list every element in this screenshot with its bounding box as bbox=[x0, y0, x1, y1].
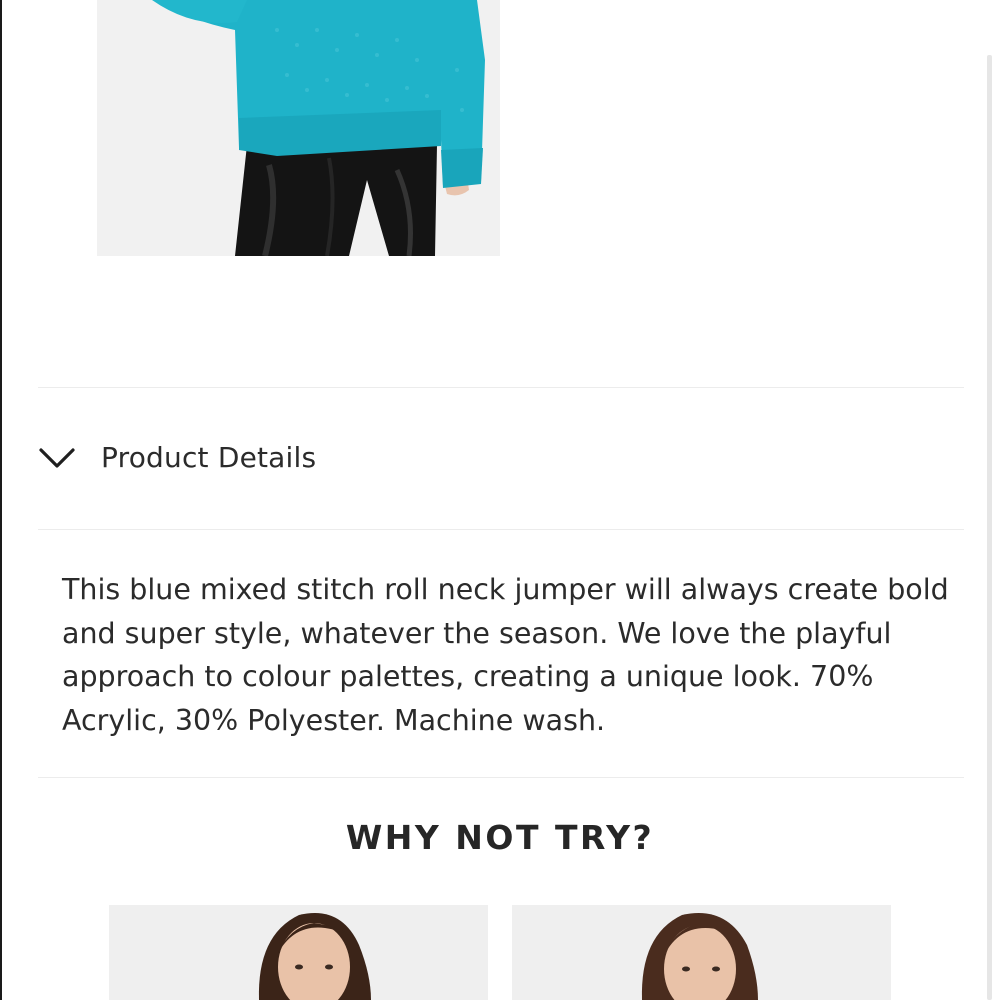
recommendation-card-2[interactable] bbox=[512, 905, 891, 1000]
recommendation-image-1 bbox=[109, 905, 488, 1000]
divider-middle bbox=[38, 529, 964, 530]
product-image[interactable] bbox=[97, 0, 500, 256]
why-not-try-heading: WHY NOT TRY? bbox=[345, 818, 655, 857]
scrollbar[interactable] bbox=[987, 55, 992, 1000]
divider-top bbox=[38, 387, 964, 388]
recommendation-image-2 bbox=[512, 905, 891, 1000]
product-description: This blue mixed stitch roll neck jumper … bbox=[62, 573, 949, 737]
chevron-down-icon bbox=[39, 448, 75, 468]
divider-bottom bbox=[38, 777, 964, 778]
product-image-graphic bbox=[97, 0, 500, 256]
product-details-toggle[interactable]: Product Details bbox=[38, 389, 964, 529]
recommendation-card-1[interactable] bbox=[109, 905, 488, 1000]
product-details-label: Product Details bbox=[101, 441, 317, 474]
